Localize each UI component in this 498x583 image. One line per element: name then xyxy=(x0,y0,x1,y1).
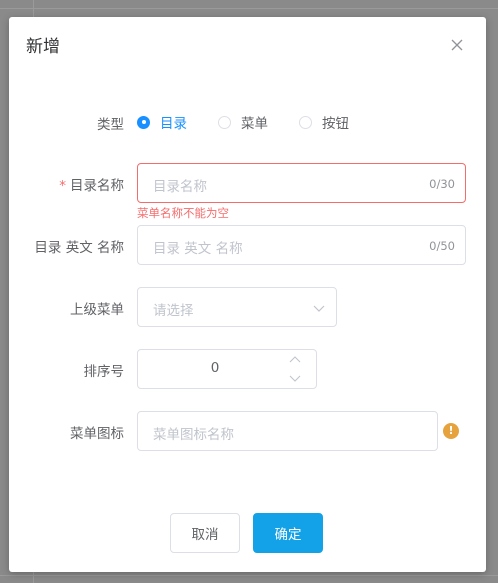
sort-no-stepper[interactable]: 0 xyxy=(137,349,317,389)
add-dialog: 新增 类型 目录 菜单 按钮 * 目录名称 目录名称 0/30 菜单名称不能为空 … xyxy=(9,17,486,572)
parent-menu-label: 上级菜单 xyxy=(70,302,124,318)
close-button[interactable] xyxy=(449,37,465,53)
dir-name-placeholder: 目录名称 xyxy=(153,179,207,195)
background-divider xyxy=(0,8,498,9)
parent-menu-placeholder: 请选择 xyxy=(153,303,194,319)
radio-menu[interactable]: 菜单 xyxy=(218,112,268,132)
sort-no-label: 排序号 xyxy=(83,364,125,380)
dir-name-error: 菜单名称不能为空 xyxy=(137,206,229,220)
sort-no-row: 排序号 0 xyxy=(9,349,486,389)
decrement-icon[interactable] xyxy=(288,371,302,385)
parent-menu-row: 上级菜单 请选择 xyxy=(9,287,486,327)
radio-circle xyxy=(137,115,150,129)
menu-icon-row: 菜单图标 菜单图标名称 ! xyxy=(9,411,486,451)
radio-label: 目录 xyxy=(160,116,187,132)
dir-name-en-counter: 0/50 xyxy=(429,239,455,253)
cancel-button[interactable]: 取消 xyxy=(170,513,240,553)
dir-name-row: * 目录名称 目录名称 0/30 菜单名称不能为空 xyxy=(9,163,486,220)
radio-directory[interactable]: 目录 xyxy=(137,112,187,132)
dir-name-label: * 目录名称 xyxy=(59,174,124,194)
background-divider xyxy=(0,575,498,576)
warning-icon[interactable]: ! xyxy=(443,423,459,439)
menu-icon-placeholder: 菜单图标名称 xyxy=(153,427,234,443)
sort-no-value: 0 xyxy=(210,360,220,376)
increment-icon[interactable] xyxy=(288,353,302,367)
radio-circle xyxy=(299,115,312,129)
dir-name-en-row: 目录 英文 名称 目录 英文 名称 0/50 xyxy=(9,225,486,265)
dir-name-en-label: 目录 英文 名称 xyxy=(34,240,124,256)
dir-name-en-placeholder: 目录 英文 名称 xyxy=(153,241,243,257)
radio-button[interactable]: 按钮 xyxy=(299,112,349,132)
radio-label: 按钮 xyxy=(322,116,349,132)
chevron-down-icon xyxy=(313,305,325,312)
dir-name-input[interactable]: 目录名称 0/30 xyxy=(137,163,466,203)
radio-label: 菜单 xyxy=(241,116,268,132)
type-row: 类型 目录 菜单 按钮 xyxy=(9,112,486,133)
dialog-title: 新增 xyxy=(26,37,60,57)
menu-icon-label: 菜单图标 xyxy=(70,426,124,442)
required-mark: * xyxy=(59,178,66,194)
parent-menu-select[interactable]: 请选择 xyxy=(137,287,337,327)
dir-name-counter: 0/30 xyxy=(429,177,455,191)
close-icon xyxy=(451,39,463,51)
type-label: 类型 xyxy=(97,117,124,133)
menu-icon-input[interactable]: 菜单图标名称 xyxy=(137,411,438,451)
radio-circle xyxy=(218,115,231,129)
confirm-button[interactable]: 确定 xyxy=(253,513,323,553)
dir-name-label-text: 目录名称 xyxy=(70,178,124,194)
dir-name-en-input[interactable]: 目录 英文 名称 0/50 xyxy=(137,225,466,265)
